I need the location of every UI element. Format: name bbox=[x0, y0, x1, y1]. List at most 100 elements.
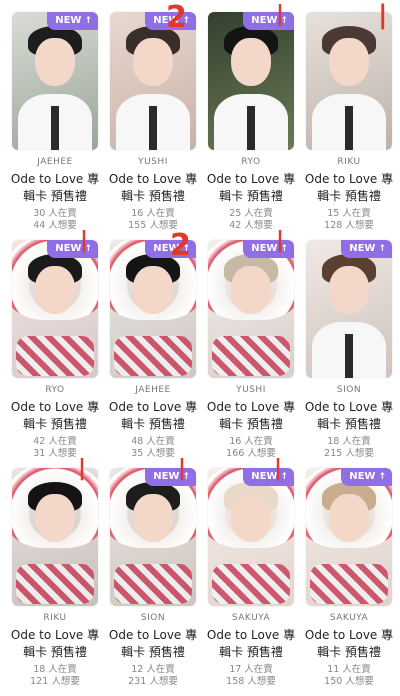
photocard-item[interactable]: NEW ↑ JAEHEE Ode to Love 專輯卡 預售禮 30 人在賣 44 人想… bbox=[8, 12, 102, 240]
selling-count: 42 人在賣 bbox=[33, 436, 77, 447]
selling-count: 48 人在賣 bbox=[131, 436, 175, 447]
card-title-line1: Ode to Love 專 bbox=[304, 628, 394, 642]
member-name: YUSHI bbox=[138, 157, 168, 167]
photocard-image[interactable]: NEW ↑ bbox=[208, 12, 294, 150]
new-badge-label: NEW bbox=[55, 15, 82, 26]
arrow-up-icon: ↑ bbox=[182, 244, 190, 254]
wanting-count: 166 人想要 bbox=[226, 448, 276, 459]
new-badge: NEW ↑ bbox=[243, 240, 294, 258]
card-title-line2: 輯卡 預售禮 bbox=[317, 645, 381, 659]
new-badge-label: NEW bbox=[251, 15, 278, 26]
photocard-item[interactable]: NEW ↑ | SAKUYA Ode to Love 專輯卡 預售禮 17 人在賣 158 … bbox=[204, 456, 298, 696]
photocard-item[interactable]: NEW ↑ SION Ode to Love 專輯卡 預售禮 18 人在賣 215 人想要 bbox=[302, 240, 396, 468]
card-title-line1: Ode to Love 專 bbox=[304, 172, 394, 186]
arrow-up-icon: ↑ bbox=[280, 244, 288, 254]
card-title-line1: Ode to Love 專 bbox=[108, 172, 198, 186]
card-title-line2: 輯卡 預售禮 bbox=[121, 417, 185, 431]
card-title-line1: Ode to Love 專 bbox=[206, 400, 296, 414]
new-badge: NEW ↑ bbox=[341, 468, 392, 486]
photocard-image[interactable]: NEW ↑ bbox=[306, 468, 392, 606]
card-title-line2: 輯卡 預售禮 bbox=[23, 645, 87, 659]
arrow-up-icon: ↑ bbox=[182, 472, 190, 482]
new-badge-label: NEW bbox=[153, 471, 180, 482]
photocard-item[interactable]: NEW ↑ | RYO Ode to Love 專輯卡 預售禮 25 人在賣 42 人想要 bbox=[204, 2, 298, 240]
selling-count: 15 人在賣 bbox=[327, 208, 371, 219]
card-title-line1: Ode to Love 專 bbox=[10, 172, 100, 186]
selling-count: 17 人在賣 bbox=[229, 664, 273, 675]
wanting-count: 121 人想要 bbox=[30, 676, 80, 687]
member-name: RIKU bbox=[337, 157, 361, 167]
selling-count: 11 人在賣 bbox=[327, 664, 371, 675]
card-title-line1: Ode to Love 專 bbox=[10, 628, 100, 642]
member-name: JAEHEE bbox=[37, 157, 73, 167]
wanting-count: 155 人想要 bbox=[128, 220, 178, 231]
selling-count: 30 人在賣 bbox=[33, 208, 77, 219]
photocard-item[interactable]: NEW ↑ | YUSHI Ode to Love 專輯卡 預售禮 16 人在賣 166 人… bbox=[204, 228, 298, 468]
card-title-line2: 輯卡 預售禮 bbox=[317, 189, 381, 203]
photocard-item[interactable]: NEW ↑ | RYO Ode to Love 專輯卡 預售禮 42 人在賣 31 人想要 bbox=[8, 228, 102, 468]
member-name: JAEHEE bbox=[135, 385, 171, 395]
wanting-count: 158 人想要 bbox=[226, 676, 276, 687]
new-badge-label: NEW bbox=[55, 243, 82, 254]
photocard-item[interactable]: | RIKU Ode to Love 專輯卡 預售禮 18 人在賣 121 人想要 bbox=[8, 456, 102, 696]
photocard-image[interactable] bbox=[12, 468, 98, 606]
member-name: RYO bbox=[241, 157, 261, 167]
new-badge-label: NEW bbox=[153, 15, 180, 26]
photocard-item[interactable]: NEW ↑ 2 JAEHEE Ode to Love 專輯卡 預售禮 48 人在賣 35 人… bbox=[106, 228, 200, 468]
photocard-image[interactable]: NEW ↑ bbox=[208, 468, 294, 606]
member-name: RYO bbox=[45, 385, 65, 395]
photocard-image[interactable]: NEW ↑ bbox=[12, 12, 98, 150]
new-badge-label: NEW bbox=[349, 471, 376, 482]
photocard-image[interactable]: NEW ↑ bbox=[110, 12, 196, 150]
card-title-line2: 輯卡 預售禮 bbox=[23, 189, 87, 203]
arrow-up-icon: ↑ bbox=[378, 472, 386, 482]
wanting-count: 150 人想要 bbox=[324, 676, 374, 687]
member-name: SAKUYA bbox=[231, 613, 271, 623]
member-name: YUSHI bbox=[236, 385, 266, 395]
photocard-image[interactable]: NEW ↑ bbox=[208, 240, 294, 378]
wanting-count: 231 人想要 bbox=[128, 676, 178, 687]
photocard-grid: NEW ↑ JAEHEE Ode to Love 專輯卡 預售禮 30 人在賣 44 人想… bbox=[0, 0, 400, 688]
new-badge: NEW ↑ bbox=[145, 240, 196, 258]
new-badge: NEW ↑ bbox=[145, 468, 196, 486]
new-badge-label: NEW bbox=[251, 243, 278, 254]
arrow-up-icon: ↑ bbox=[84, 244, 92, 254]
photocard-image[interactable] bbox=[306, 12, 392, 150]
member-name: SION bbox=[336, 385, 362, 395]
selling-count: 16 人在賣 bbox=[131, 208, 175, 219]
arrow-up-icon: ↑ bbox=[280, 472, 288, 482]
card-title-line2: 輯卡 預售禮 bbox=[219, 645, 283, 659]
member-name: RIKU bbox=[43, 613, 67, 623]
arrow-up-icon: ↑ bbox=[280, 16, 288, 26]
wanting-count: 128 人想要 bbox=[324, 220, 374, 231]
photocard-image[interactable]: NEW ↑ bbox=[110, 240, 196, 378]
photocard-item[interactable]: | RIKU Ode to Love 專輯卡 預售禮 15 人在賣 128 人想要 bbox=[302, 0, 396, 240]
new-badge: NEW ↑ bbox=[341, 240, 392, 258]
arrow-up-icon: ↑ bbox=[182, 16, 190, 26]
new-badge: NEW ↑ bbox=[47, 240, 98, 258]
selling-count: 18 人在賣 bbox=[33, 664, 77, 675]
card-title-line2: 輯卡 預售禮 bbox=[121, 645, 185, 659]
new-badge: NEW ↑ bbox=[243, 468, 294, 486]
card-title-line1: Ode to Love 專 bbox=[108, 628, 198, 642]
card-title-line1: Ode to Love 專 bbox=[206, 628, 296, 642]
new-badge: NEW ↑ bbox=[243, 12, 294, 30]
photocard-item[interactable]: NEW ↑ 2 YUSHI Ode to Love 專輯卡 預售禮 16 人在賣 155 人… bbox=[106, 0, 200, 240]
card-title-line1: Ode to Love 專 bbox=[108, 400, 198, 414]
photocard-item[interactable]: NEW ↑ SAKUYA Ode to Love 專輯卡 預售禮 11 人在賣 150 人… bbox=[302, 468, 396, 696]
photocard-image[interactable]: NEW ↑ bbox=[12, 240, 98, 378]
wanting-count: 31 人想要 bbox=[33, 448, 77, 459]
card-title-line2: 輯卡 預售禮 bbox=[317, 417, 381, 431]
new-badge-label: NEW bbox=[251, 471, 278, 482]
photocard-image[interactable]: NEW ↑ bbox=[306, 240, 392, 378]
wanting-count: 35 人想要 bbox=[131, 448, 175, 459]
selling-count: 25 人在賣 bbox=[229, 208, 273, 219]
photocard-image[interactable]: NEW ↑ bbox=[110, 468, 196, 606]
photocard-item[interactable]: NEW ↑ | SION Ode to Love 專輯卡 預售禮 12 人在賣 231 人想… bbox=[106, 456, 200, 696]
wanting-count: 44 人想要 bbox=[33, 220, 77, 231]
new-badge-label: NEW bbox=[349, 243, 376, 254]
card-title-line1: Ode to Love 專 bbox=[206, 172, 296, 186]
member-name: SAKUYA bbox=[329, 613, 369, 623]
new-badge: NEW ↑ bbox=[145, 12, 196, 30]
new-badge: NEW ↑ bbox=[47, 12, 98, 30]
